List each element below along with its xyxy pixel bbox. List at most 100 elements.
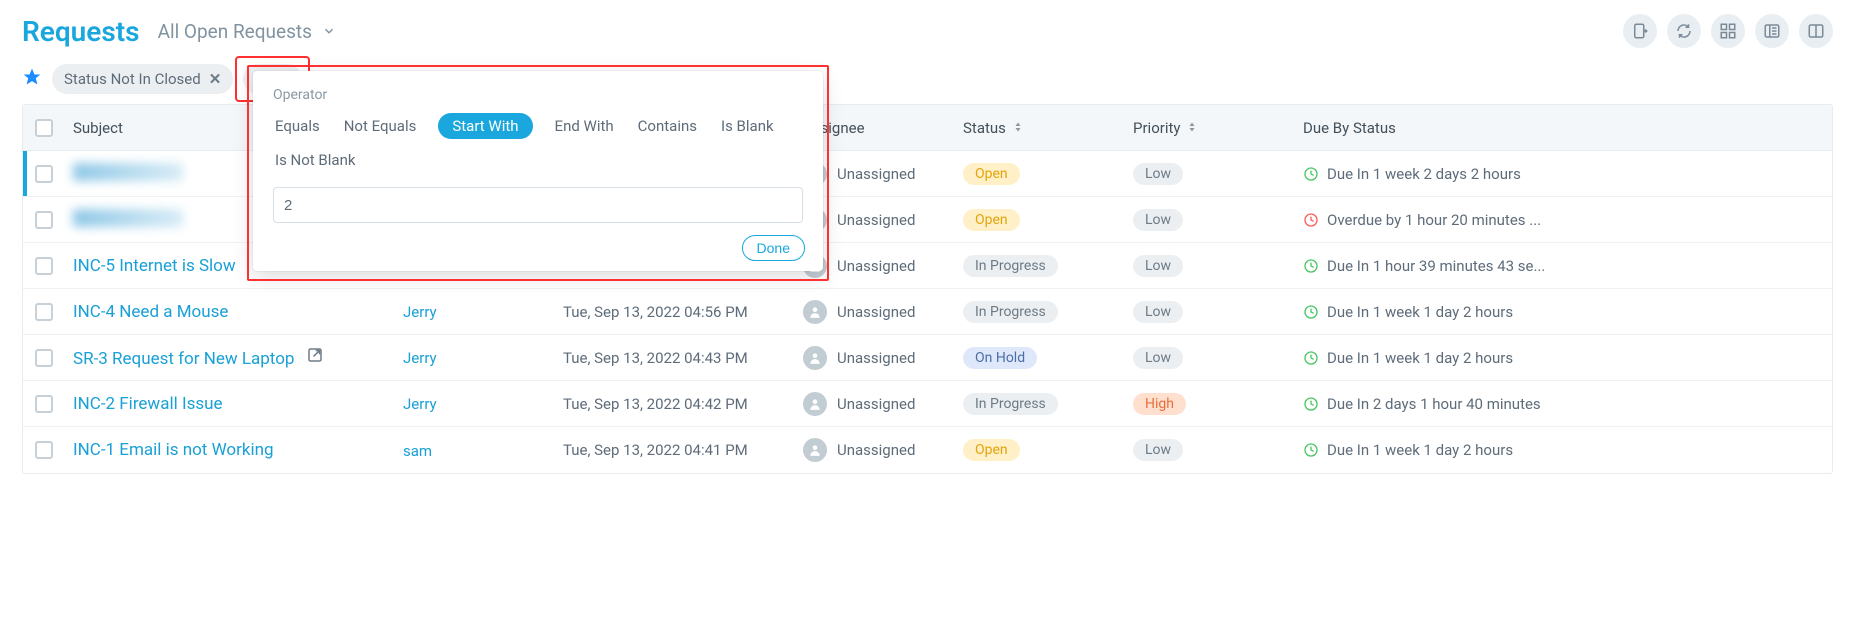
assignee-label: Unassigned: [837, 257, 915, 275]
row-checkbox[interactable]: [35, 257, 53, 275]
due-label: Due In 1 week 1 day 2 hours: [1327, 303, 1513, 321]
op-contains[interactable]: Contains: [636, 113, 699, 139]
columns-button[interactable]: [1799, 14, 1833, 48]
col-label: Status: [963, 119, 1006, 137]
due-label: Overdue by 1 hour 20 minutes ...: [1327, 211, 1541, 229]
created-time: Tue, Sep 13, 2022 04:41 PM: [563, 441, 803, 459]
clock-icon: [1303, 396, 1319, 412]
priority-badge: Low: [1133, 209, 1183, 231]
page-header: Requests All Open Requests: [0, 0, 1855, 60]
requester-link[interactable]: Jerry: [403, 395, 437, 413]
select-all-checkbox[interactable]: [35, 119, 53, 137]
assignee-label: Unassigned: [837, 349, 915, 367]
op-not-equals[interactable]: Not Equals: [342, 113, 419, 139]
clock-icon: [1303, 166, 1319, 182]
row-checkbox[interactable]: [35, 165, 53, 183]
assignee-label: Unassigned: [837, 395, 915, 413]
popover-title: Operator: [273, 87, 803, 103]
subject-link[interactable]: INC-4 Need a Mouse: [73, 302, 228, 322]
chevron-down-icon: [322, 20, 336, 43]
status-badge: Open: [963, 439, 1020, 461]
clock-icon: [1303, 442, 1319, 458]
requests-table: Operator Equals Not Equals Start With En…: [22, 104, 1833, 474]
subject-link[interactable]: INC-1 Email is not Working: [73, 440, 274, 460]
done-button[interactable]: Done: [742, 235, 805, 261]
priority-badge: High: [1133, 393, 1186, 415]
op-start-with[interactable]: Start With: [438, 113, 532, 139]
col-assignee[interactable]: Assignee: [803, 119, 963, 137]
row-checkbox[interactable]: [35, 395, 53, 413]
sort-icon: [1012, 119, 1024, 137]
avatar: [803, 300, 827, 324]
assignee-label: Unassigned: [837, 303, 915, 321]
created-time: Tue, Sep 13, 2022 04:42 PM: [563, 395, 803, 413]
created-time: Tue, Sep 13, 2022 04:56 PM: [563, 303, 803, 321]
row-checkbox[interactable]: [35, 349, 53, 367]
priority-badge: Low: [1133, 347, 1183, 369]
priority-badge: Low: [1133, 255, 1183, 277]
table-row[interactable]: SR-3 Request for New Laptop Jerry Tue, Sep…: [23, 335, 1832, 381]
due-label: Due In 1 week 1 day 2 hours: [1327, 349, 1513, 367]
view-switcher-label: All Open Requests: [158, 20, 312, 43]
clock-icon: [1303, 212, 1319, 228]
due-label: Due In 1 week 1 day 2 hours: [1327, 441, 1513, 459]
col-label: Priority: [1133, 119, 1180, 137]
avatar: [803, 346, 827, 370]
row-checkbox[interactable]: [35, 441, 53, 459]
redacted-subject: [73, 209, 183, 227]
row-checkbox[interactable]: [35, 211, 53, 229]
avatar: [803, 392, 827, 416]
col-status[interactable]: Status: [963, 119, 1133, 137]
view-switcher[interactable]: All Open Requests: [158, 20, 336, 43]
op-equals[interactable]: Equals: [273, 113, 322, 139]
assignee-label: Unassigned: [837, 441, 915, 459]
filter-chip-status[interactable]: Status Not In Closed ✕: [52, 64, 233, 94]
status-badge: In Progress: [963, 255, 1058, 277]
priority-badge: Low: [1133, 439, 1183, 461]
clock-icon: [1303, 350, 1319, 366]
op-is-not-blank[interactable]: Is Not Blank: [273, 147, 357, 173]
close-icon[interactable]: ✕: [209, 70, 222, 88]
status-badge: Open: [963, 209, 1020, 231]
table-row[interactable]: INC-2 Firewall Issue Jerry Tue, Sep 13, 20…: [23, 381, 1832, 427]
split-view-button[interactable]: [1755, 14, 1789, 48]
col-priority[interactable]: Priority: [1133, 119, 1303, 137]
op-end-with[interactable]: End With: [553, 113, 616, 139]
refresh-button[interactable]: [1667, 14, 1701, 48]
filter-popover: Operator Equals Not Equals Start With En…: [253, 71, 823, 271]
due-label: Due In 1 hour 39 minutes 43 se...: [1327, 257, 1545, 275]
created-time: Tue, Sep 13, 2022 04:43 PM: [563, 349, 803, 367]
star-icon[interactable]: [22, 67, 42, 91]
requester-link[interactable]: Jerry: [403, 349, 437, 367]
col-due[interactable]: Due By Status: [1303, 119, 1832, 137]
status-badge: In Progress: [963, 301, 1058, 323]
subject-link[interactable]: INC-5 Internet is Slow: [73, 256, 236, 276]
priority-badge: Low: [1133, 301, 1183, 323]
assignee-label: Unassigned: [837, 211, 915, 229]
grid-view-button[interactable]: [1711, 14, 1745, 48]
priority-badge: Low: [1133, 163, 1183, 185]
status-badge: In Progress: [963, 393, 1058, 415]
assignee-label: Unassigned: [837, 165, 915, 183]
row-checkbox[interactable]: [35, 303, 53, 321]
filter-chip-label: Status Not In Closed: [64, 70, 201, 88]
requester-link[interactable]: Jerry: [403, 303, 437, 321]
page-title: Requests: [22, 15, 140, 48]
clock-icon: [1303, 304, 1319, 320]
clock-icon: [1303, 258, 1319, 274]
requester-link[interactable]: sam: [403, 442, 432, 460]
table-row[interactable]: INC-1 Email is not Working sam Tue, Sep 13…: [23, 427, 1832, 473]
due-label: Due In 2 days 1 hour 40 minutes: [1327, 395, 1541, 413]
subject-link[interactable]: SR-3 Request for New Laptop: [73, 349, 294, 369]
table-row[interactable]: INC-4 Need a Mouse Jerry Tue, Sep 13, 2022…: [23, 289, 1832, 335]
open-external-icon[interactable]: [306, 349, 324, 368]
filter-value-input[interactable]: [273, 187, 803, 223]
subject-link[interactable]: INC-2 Firewall Issue: [73, 394, 223, 414]
export-button[interactable]: [1623, 14, 1657, 48]
op-is-blank[interactable]: Is Blank: [719, 113, 776, 139]
redacted-subject: [73, 163, 183, 181]
operator-options: Equals Not Equals Start With End With Co…: [273, 113, 803, 173]
status-badge: Open: [963, 163, 1020, 185]
sort-icon: [1186, 119, 1198, 137]
due-label: Due In 1 week 2 days 2 hours: [1327, 165, 1521, 183]
